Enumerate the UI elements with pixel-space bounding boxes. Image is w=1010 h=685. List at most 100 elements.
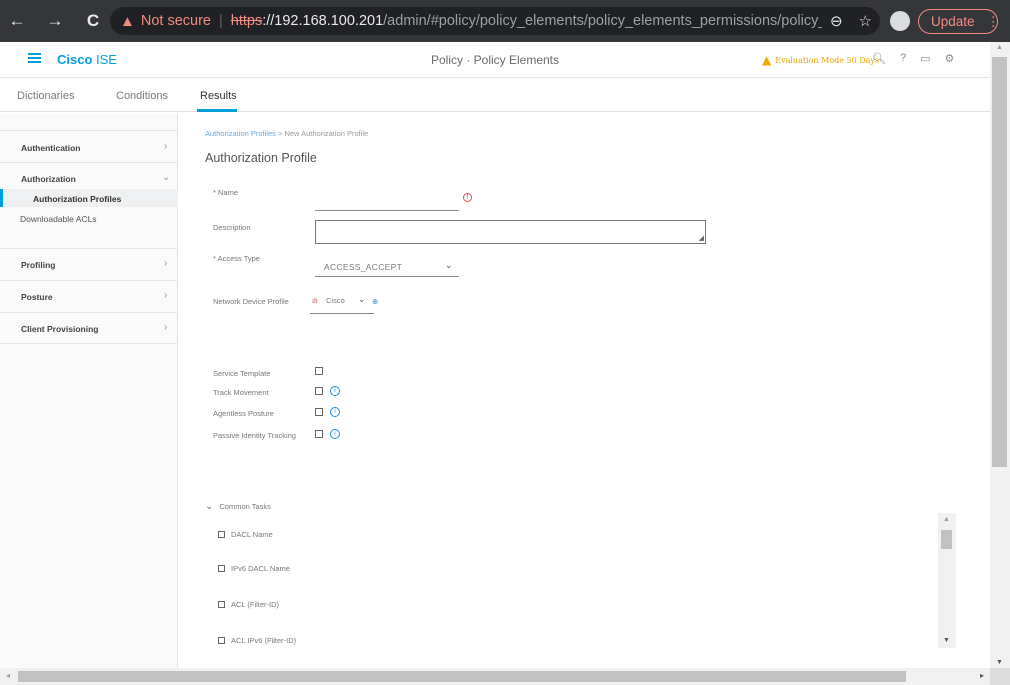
sidebar-item-label: Authorization Profiles xyxy=(33,194,122,204)
sidebar-item-posture[interactable]: Posture › xyxy=(0,280,178,312)
results-tabs: Dictionaries Conditions Results xyxy=(0,79,990,112)
globe-icon[interactable]: ⊕ xyxy=(372,297,378,306)
chevron-right-icon: › xyxy=(164,141,168,152)
active-tab-indicator xyxy=(197,109,237,112)
task-ipv6-dacl-name[interactable]: IPv6 DACL Name xyxy=(218,564,290,573)
menu-kebab-icon: ⋮ xyxy=(986,13,1001,29)
browser-toolbar: ← → C ▲ Not secure | https://192.168.100… xyxy=(0,0,1010,42)
update-label: Update xyxy=(931,14,975,29)
zoom-icon[interactable]: ⊖ xyxy=(830,12,843,30)
service-template-label: Service Template xyxy=(213,369,271,378)
track-movement-checkbox[interactable] xyxy=(315,387,323,395)
scroll-up-icon[interactable]: ▲ xyxy=(996,44,1003,51)
tab-dictionaries[interactable]: Dictionaries xyxy=(17,90,74,102)
scroll-down-icon[interactable]: ▼ xyxy=(943,637,950,644)
warning-triangle-icon: ▲ xyxy=(762,53,772,67)
access-type-label: * Access Type xyxy=(213,254,260,263)
sidebar-item-label: Authentication xyxy=(21,143,81,153)
checkbox[interactable] xyxy=(218,601,225,608)
breadcrumb: Authorization Profiles > New Authorizati… xyxy=(205,129,368,138)
checkbox[interactable] xyxy=(218,637,225,644)
common-tasks-scrollbar[interactable]: ▲ ▼ xyxy=(938,513,956,648)
scroll-up-icon[interactable]: ▲ xyxy=(943,516,950,523)
network-device-profile-label: Network Device Profile xyxy=(213,297,289,306)
chevron-right-icon: › xyxy=(164,290,168,301)
agentless-posture-checkbox[interactable] xyxy=(315,408,323,416)
chevron-right-icon: › xyxy=(164,322,168,333)
update-button[interactable]: Update ⋮ xyxy=(918,9,1001,34)
scroll-left-icon[interactable]: ◂ xyxy=(6,671,10,680)
sidebar-item-downloadable-acls[interactable]: Downloadable ACLs xyxy=(0,209,178,227)
main-content: Authorization Profiles > New Authorizati… xyxy=(179,113,990,668)
info-icon[interactable]: i xyxy=(330,407,340,417)
page-title: Authorization Profile xyxy=(205,151,317,165)
task-acl-filter-id[interactable]: ACL (Filter-ID) xyxy=(218,600,279,609)
tab-results[interactable]: Results xyxy=(200,90,237,102)
page-vertical-scrollbar[interactable]: ▲ ▼ xyxy=(990,42,1010,668)
task-acl-ipv6-filter-id[interactable]: ACL IPv6 (Filter-ID) xyxy=(218,636,296,645)
scroll-down-icon[interactable]: ▼ xyxy=(996,659,1003,666)
help-icon[interactable]: ? xyxy=(900,52,906,65)
sidebar-item-label: Authorization xyxy=(21,174,76,184)
tab-conditions[interactable]: Conditions xyxy=(116,90,168,102)
info-icon[interactable]: i xyxy=(330,386,340,396)
task-label: ACL (Filter-ID) xyxy=(231,600,280,609)
track-movement-label: Track Movement xyxy=(213,388,269,397)
forward-icon[interactable]: → xyxy=(44,10,66,32)
name-input[interactable] xyxy=(315,195,459,211)
warning-icon: ▲ xyxy=(120,12,135,30)
scroll-thumb[interactable] xyxy=(18,671,906,682)
ndp-value: Cisco xyxy=(326,296,345,305)
header-icons: 🔍︎ ? ▭ ⚙ xyxy=(872,52,954,65)
sidebar-item-authentication[interactable]: Authentication › xyxy=(0,130,178,162)
chevron-down-icon: ⌄ xyxy=(445,260,453,270)
checkbox[interactable] xyxy=(218,565,225,572)
breadcrumb-link[interactable]: Authorization Profiles xyxy=(205,129,276,138)
notifications-icon[interactable]: ▭ xyxy=(920,52,930,65)
back-icon[interactable]: ← xyxy=(6,10,28,32)
bookmark-star-icon[interactable]: ☆ xyxy=(859,12,872,30)
access-type-select[interactable]: ACCESS_ACCEPT ⌄ xyxy=(315,255,459,277)
page-horizontal-scrollbar[interactable]: ◂ ▸ xyxy=(0,668,990,685)
scroll-thumb[interactable] xyxy=(992,57,1007,467)
profile-avatar[interactable] xyxy=(890,11,910,31)
sidebar-item-label: Posture xyxy=(21,292,53,302)
ise-header: Cisco ISE Policy · Policy Elements ▲ Eva… xyxy=(0,42,990,78)
task-dacl-name[interactable]: DACL Name xyxy=(218,530,273,539)
sidebar-item-authorization-profiles[interactable]: Authorization Profiles xyxy=(0,189,178,207)
sidebar-item-label: Client Provisioning xyxy=(21,324,99,334)
network-device-profile-select[interactable]: ılı Cisco ⌄ xyxy=(310,291,374,314)
checkbox[interactable] xyxy=(218,531,225,538)
evaluation-text: Evaluation Mode 50 Days xyxy=(775,55,880,65)
task-label: ACL IPv6 (Filter-ID) xyxy=(231,636,297,645)
cisco-logo-icon: ılı xyxy=(312,296,318,305)
resize-handle-icon[interactable]: ◢ xyxy=(699,234,704,242)
info-icon[interactable]: i xyxy=(330,429,340,439)
scroll-thumb[interactable] xyxy=(941,530,952,549)
sidebar-item-label: Profiling xyxy=(21,260,56,270)
chevron-right-icon: › xyxy=(164,258,168,269)
task-label: DACL Name xyxy=(231,530,273,539)
scroll-right-icon[interactable]: ▸ xyxy=(980,671,984,680)
scrollbar-corner xyxy=(990,668,1010,685)
passive-identity-tracking-label: Passive Identity Tracking xyxy=(213,431,296,440)
sidebar: Authentication › Authorization ⌄ Authori… xyxy=(0,113,178,668)
breadcrumb-current: New Authorization Profile xyxy=(284,129,369,138)
sidebar-item-profiling[interactable]: Profiling › xyxy=(0,248,178,280)
chevron-down-icon: ⌄ xyxy=(358,294,366,304)
divider: | xyxy=(218,13,223,29)
description-label: Description xyxy=(213,223,251,232)
address-bar[interactable]: ▲ Not secure | https://192.168.100.201/a… xyxy=(110,7,880,35)
common-tasks-toggle[interactable]: ⌄ Common Tasks xyxy=(205,501,271,512)
passive-identity-tracking-checkbox[interactable] xyxy=(315,430,323,438)
service-template-checkbox[interactable] xyxy=(315,367,323,375)
sidebar-item-label: Downloadable ACLs xyxy=(20,214,97,224)
description-textarea[interactable]: ◢ xyxy=(315,220,706,244)
search-icon[interactable]: 🔍︎ xyxy=(872,52,886,65)
sidebar-item-client-provisioning[interactable]: Client Provisioning › xyxy=(0,312,178,344)
not-secure-label: Not secure xyxy=(140,13,211,29)
reload-icon[interactable]: C xyxy=(82,10,104,32)
url-host: ://192.168.100.201 xyxy=(262,13,384,29)
evaluation-badge[interactable]: ▲ Evaluation Mode 50 Days xyxy=(762,53,879,67)
settings-gear-icon[interactable]: ⚙ xyxy=(945,52,955,65)
